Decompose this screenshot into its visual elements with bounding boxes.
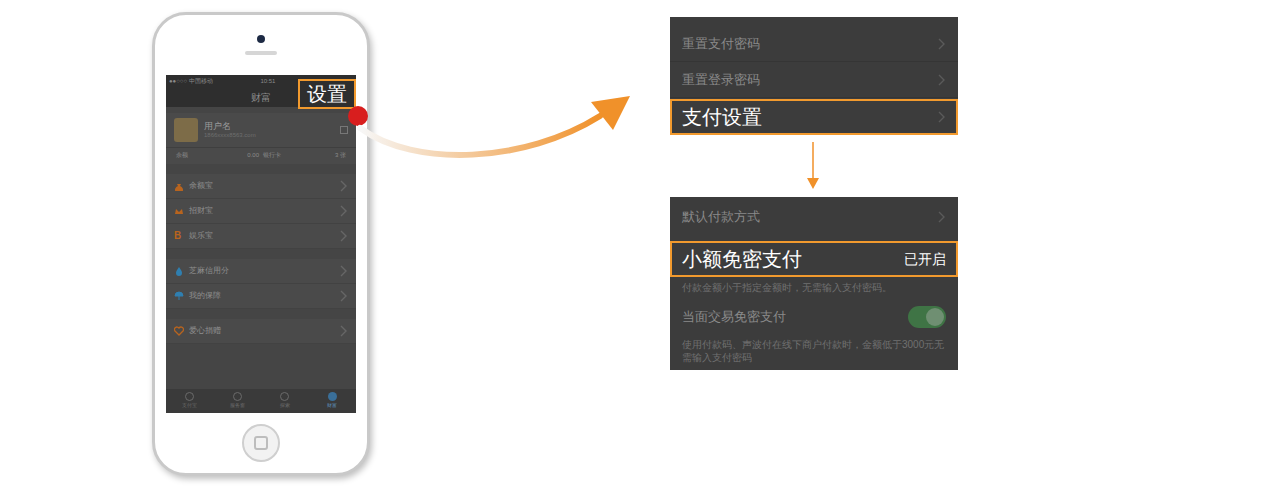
payment-note: 付款金额小于指定金额时，无需输入支付密码。 xyxy=(670,277,958,294)
settings-row[interactable]: 支付设置 xyxy=(670,99,958,135)
payment-panel: 默认付款方式小额免密支付已开启付款金额小于指定金额时，无需输入支付密码。当面交易… xyxy=(670,197,958,370)
speaker-icon xyxy=(245,51,277,55)
chevron-icon xyxy=(340,290,348,302)
stats-row: 余额0.00银行卡3 张 xyxy=(166,147,356,164)
chevron-icon xyxy=(340,325,348,337)
heart-icon xyxy=(174,326,184,336)
settings-panel: 重置支付密码重置登录密码支付设置 xyxy=(670,17,958,135)
payment-row[interactable]: 默认付款方式 xyxy=(670,197,958,237)
bag-icon xyxy=(174,181,184,191)
canvas: ●●○○○ 中国移动10:51财富用户名1866xxxx8563.com余额0.… xyxy=(0,0,1280,490)
menu-item[interactable]: 招财宝 xyxy=(166,199,356,224)
payment-note: 使用付款码、声波付在线下商户付款时，金额低于3000元无需输入支付密码 xyxy=(670,334,958,364)
tab-icon xyxy=(280,392,289,401)
down-arrow-icon xyxy=(806,142,820,190)
tab-icon xyxy=(328,392,337,401)
stat[interactable]: 余额0.00 xyxy=(174,151,261,160)
chevron-icon xyxy=(340,230,348,242)
menu-item[interactable]: 芝麻信用分 xyxy=(166,259,356,284)
home-button[interactable] xyxy=(242,424,280,462)
drop-icon xyxy=(174,266,184,276)
chevron-icon xyxy=(340,205,348,217)
tab[interactable]: 探索 xyxy=(261,389,309,413)
chevron-icon xyxy=(938,111,946,123)
umbrella-icon xyxy=(174,291,184,301)
tab-icon xyxy=(233,392,242,401)
chevron-icon xyxy=(938,38,946,50)
toggle-switch[interactable] xyxy=(908,306,946,328)
chevron-icon xyxy=(340,265,348,277)
menu-group: 芝麻信用分我的保障 xyxy=(166,259,356,309)
phone-screen: ●●○○○ 中国移动10:51财富用户名1866xxxx8563.com余额0.… xyxy=(166,75,356,413)
menu-item[interactable]: 爱心捐赠 xyxy=(166,319,356,344)
profile[interactable]: 用户名1866xxxx8563.com xyxy=(166,113,356,147)
tab[interactable]: 支付宝 xyxy=(166,389,214,413)
settings-callout[interactable]: 设置 xyxy=(298,79,356,109)
chevron-icon xyxy=(938,211,946,223)
menu-item[interactable]: 我的保障 xyxy=(166,284,356,309)
tab-icon xyxy=(185,392,194,401)
payment-row[interactable]: 小额免密支付已开启 xyxy=(670,241,958,277)
stat[interactable]: 银行卡3 张 xyxy=(261,151,348,160)
tap-dot-icon xyxy=(348,106,368,126)
curved-arrow-icon xyxy=(355,88,640,163)
camera-icon xyxy=(257,35,265,43)
chevron-icon xyxy=(938,74,946,86)
letter-icon: B xyxy=(174,231,184,241)
menu-item[interactable]: 余额宝 xyxy=(166,174,356,199)
qr-code-icon[interactable] xyxy=(340,126,348,134)
settings-row[interactable]: 重置支付密码 xyxy=(670,26,958,62)
chevron-icon xyxy=(340,180,348,192)
tab[interactable]: 财富 xyxy=(309,389,357,413)
crown-icon xyxy=(174,206,184,216)
avatar-icon xyxy=(174,118,198,142)
menu-group: 爱心捐赠 xyxy=(166,319,356,344)
tab-bar: 支付宝服务窗探索财富 xyxy=(166,389,356,413)
menu-group: 余额宝招财宝B娱乐宝 xyxy=(166,174,356,249)
tab[interactable]: 服务窗 xyxy=(214,389,262,413)
payment-row: 当面交易免密支付 xyxy=(670,300,958,334)
settings-row[interactable]: 重置登录密码 xyxy=(670,62,958,98)
menu-item[interactable]: B娱乐宝 xyxy=(166,224,356,249)
